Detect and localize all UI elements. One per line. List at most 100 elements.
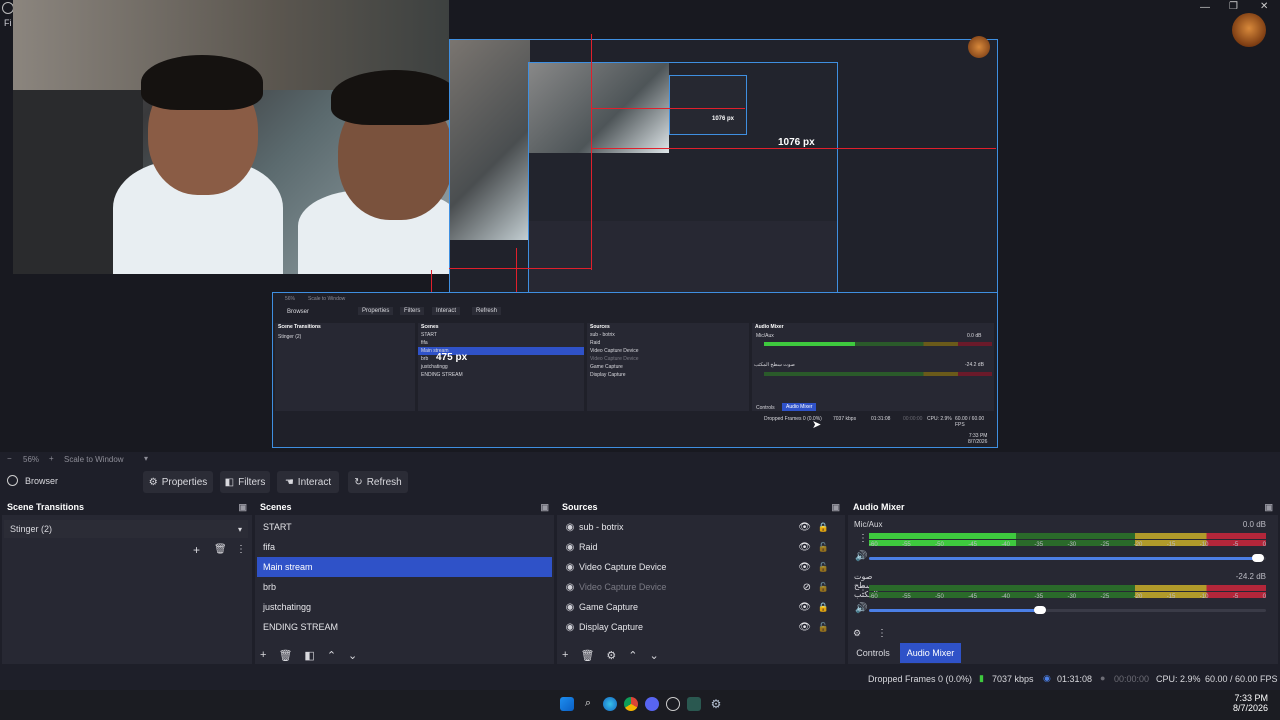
eye-icon[interactable]: 👁 (798, 522, 811, 533)
nested-source-item: Game Capture (590, 364, 623, 370)
eye-icon[interactable]: 👁 (798, 622, 811, 633)
db-tick: -45 (968, 542, 977, 548)
trash-icon[interactable]: 🗑 (580, 649, 594, 662)
trash-icon[interactable]: 🗑 (278, 649, 292, 662)
more-options-icon[interactable]: ⋮ (236, 544, 246, 555)
speaker-icon[interactable]: 🔊 (855, 551, 867, 562)
source-label: Video Capture Device (579, 562, 667, 572)
gear-icon[interactable]: ⚙ (606, 649, 616, 662)
discord-icon[interactable] (645, 697, 659, 711)
scene-transitions-dock: Scene Transitions ▣ Stinger (2) ▾ + 🗑 ⋮ (2, 499, 252, 664)
nested-desk: صوت سطح المكتب (754, 362, 795, 368)
eye-icon[interactable]: 👁 (798, 562, 811, 573)
scene-item[interactable]: fifa (257, 537, 552, 557)
scene-item[interactable]: Main stream (257, 557, 552, 577)
filters-button[interactable]: ◧ Filters (220, 471, 270, 493)
lion-logo-icon (1232, 13, 1266, 47)
advanced-audio-icon[interactable]: ⚙ (853, 628, 861, 639)
zoom-in-button[interactable]: + (49, 454, 54, 463)
channel-name: Mic/Aux (854, 520, 883, 529)
unlock-icon[interactable]: 🔓 (818, 622, 829, 633)
nested-scene-item: justchatingg (421, 364, 448, 370)
undock-icon[interactable]: ▣ (238, 502, 247, 513)
eye-icon[interactable]: 👁 (798, 542, 811, 553)
db-tick: -55 (902, 594, 911, 600)
nested-browser: Browser (287, 309, 310, 315)
channel-menu-icon[interactable]: ⋮ (858, 585, 868, 596)
undock-icon[interactable]: ▣ (540, 502, 549, 513)
speaker-icon[interactable]: 🔊 (855, 603, 867, 614)
bitrate: 7037 kbps (992, 674, 1034, 684)
move-down-icon[interactable]: ⌄ (348, 649, 357, 662)
unlock-icon[interactable]: 🔓 (818, 542, 829, 553)
audio-mixer-tab[interactable]: Audio Mixer (900, 643, 961, 663)
volume-slider[interactable] (869, 554, 1266, 562)
menu-file[interactable]: Fi (4, 18, 12, 28)
lock-icon[interactable]: 🔒 (818, 522, 829, 533)
db-tick: -40 (1001, 542, 1010, 548)
transition-select[interactable]: Stinger (2) ▾ (4, 520, 248, 538)
close-icon[interactable]: ✕ (1260, 1, 1268, 12)
stream-time: 01:31:08 (1057, 674, 1093, 684)
more-options-icon[interactable]: ⋮ (877, 628, 887, 639)
unlock-icon[interactable]: 🔓 (818, 562, 829, 573)
add-source-button[interactable]: + (562, 649, 568, 662)
nested-date: 8/7/2026 (968, 439, 988, 445)
source-item[interactable]: ◉ Game Capture 👁 🔒 (561, 597, 845, 617)
channel-menu-icon[interactable]: ⋮ (858, 533, 868, 544)
guide-label-outer: 1076 px (778, 137, 815, 148)
source-item[interactable]: ◉ Display Capture 👁 🔓 (561, 617, 845, 637)
chrome-icon[interactable] (624, 697, 638, 711)
program-preview[interactable]: Fi — ❐ ✕ 1076 px 1076 px 56% Scale to Wi… (0, 0, 1280, 452)
obs-icon[interactable] (666, 697, 680, 711)
controls-tab[interactable]: Controls (849, 643, 897, 663)
windows-start-icon[interactable] (560, 697, 574, 711)
refresh-button[interactable]: ↻ Refresh (348, 471, 408, 493)
trash-icon[interactable]: 🗑 (214, 544, 227, 555)
volume-knob[interactable] (1033, 606, 1046, 614)
scale-mode-select[interactable]: Scale to Window (64, 455, 124, 464)
scene-filters-icon[interactable]: ◧ (304, 649, 314, 662)
edge-icon[interactable] (603, 697, 617, 711)
volume-knob[interactable] (1252, 554, 1265, 562)
settings-icon[interactable]: ⚙ (709, 697, 723, 711)
volume-slider[interactable] (869, 606, 1266, 614)
camera-icon: ◉ (565, 581, 575, 593)
app-icon[interactable] (687, 697, 701, 711)
move-down-icon[interactable]: ⌄ (650, 649, 659, 662)
scene-item[interactable]: ENDING STREAM (257, 617, 552, 637)
search-icon[interactable]: ⌕ (581, 697, 595, 711)
scene-item[interactable]: justchatingg (257, 597, 552, 617)
channel-db: 0.0 dB (1242, 520, 1266, 529)
source-item[interactable]: ◉ Raid 👁 🔓 (561, 537, 845, 557)
properties-button[interactable]: ⚙ Properties (143, 471, 213, 493)
restore-icon[interactable]: ❐ (1229, 1, 1238, 12)
undock-icon[interactable]: ▣ (831, 502, 840, 513)
undock-icon[interactable]: ▣ (1264, 502, 1273, 513)
nested-source-item: Video Capture Device (590, 356, 639, 362)
add-transition-button[interactable]: + (193, 543, 200, 557)
guide-label-inner: 1076 px (712, 116, 735, 122)
source-item[interactable]: ◉ sub - botrix 👁 🔒 (561, 517, 845, 537)
level-meter (869, 533, 1266, 539)
interact-button[interactable]: ☚ Interact (277, 471, 339, 493)
scene-item[interactable]: brb (257, 577, 552, 597)
zoom-out-button[interactable]: − (7, 454, 12, 463)
move-up-icon[interactable]: ⌃ (327, 649, 336, 662)
scale-mode-chevron-icon[interactable]: ▾ (144, 454, 148, 463)
db-tick: -20 (1133, 542, 1143, 548)
scene-item[interactable]: START (257, 517, 552, 537)
source-item[interactable]: ◉ Video Capture Device ⊘ 🔓 (561, 577, 845, 597)
unlock-icon[interactable]: 🔓 (818, 582, 829, 593)
gear-icon: ⚙ (148, 476, 158, 488)
eye-icon[interactable]: 👁 (798, 602, 811, 613)
source-item[interactable]: ◉ Video Capture Device 👁 🔓 (561, 557, 845, 577)
db-tick: -55 (902, 542, 911, 548)
add-scene-button[interactable]: + (260, 649, 266, 662)
db-tick: -30 (1067, 542, 1077, 548)
lock-icon[interactable]: 🔒 (818, 602, 829, 613)
move-up-icon[interactable]: ⌃ (628, 649, 637, 662)
eye-hidden-icon[interactable]: ⊘ (803, 582, 811, 593)
gamepad-icon: ◉ (565, 601, 575, 613)
minimize-icon[interactable]: — (1200, 2, 1210, 13)
